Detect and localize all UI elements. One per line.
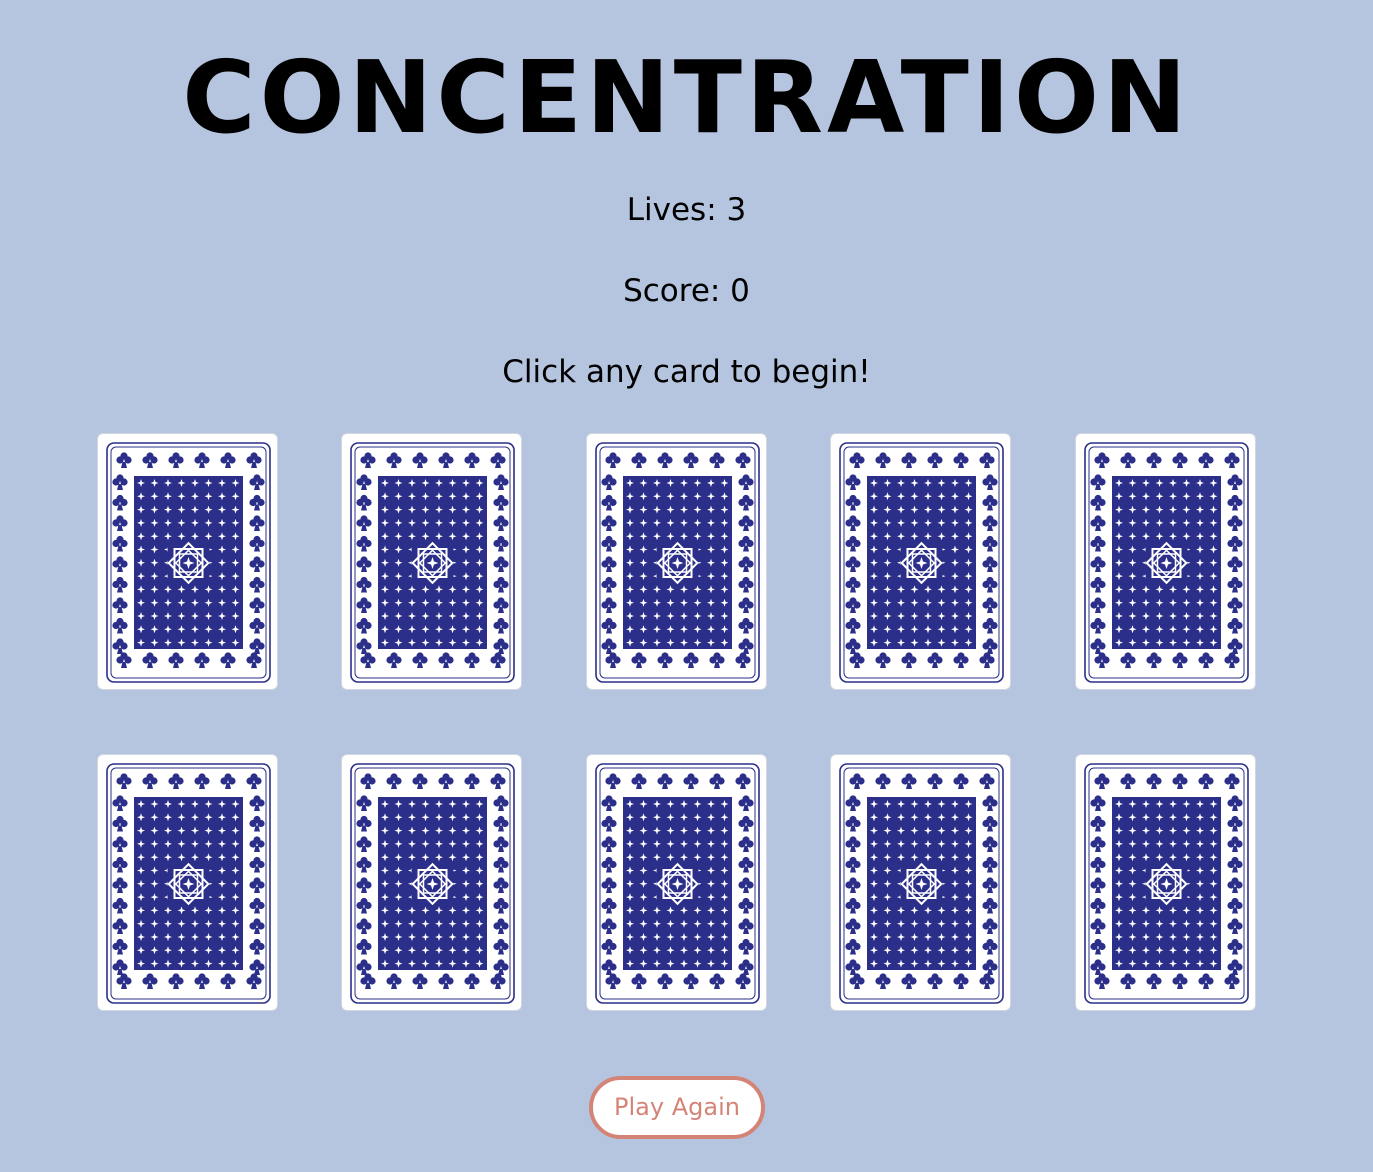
- page-title: CONCENTRATION: [182, 39, 1191, 156]
- card-1[interactable]: [97, 433, 278, 690]
- play-again-button[interactable]: Play Again: [589, 1076, 765, 1139]
- card-back-icon: [595, 442, 760, 683]
- card-back-icon: [1084, 442, 1249, 683]
- card-back-icon: [839, 442, 1004, 683]
- score-counter: Score: 0: [623, 273, 750, 309]
- card-back-icon: [839, 763, 1004, 1004]
- card-8[interactable]: [586, 754, 767, 1011]
- card-back-icon: [106, 442, 271, 683]
- card-back-icon: [350, 442, 515, 683]
- card-back-icon: [350, 763, 515, 1004]
- card-10[interactable]: [1075, 754, 1256, 1011]
- card-back-icon: [1084, 763, 1249, 1004]
- card-9[interactable]: [830, 754, 1011, 1011]
- card-3[interactable]: [586, 433, 767, 690]
- instruction-message: Click any card to begin!: [502, 354, 871, 390]
- lives-counter: Lives: 3: [626, 192, 747, 228]
- card-7[interactable]: [341, 754, 522, 1011]
- card-2[interactable]: [341, 433, 522, 690]
- card-4[interactable]: [830, 433, 1011, 690]
- card-6[interactable]: [97, 754, 278, 1011]
- card-back-icon: [106, 763, 271, 1004]
- card-5[interactable]: [1075, 433, 1256, 690]
- card-back-icon: [595, 763, 760, 1004]
